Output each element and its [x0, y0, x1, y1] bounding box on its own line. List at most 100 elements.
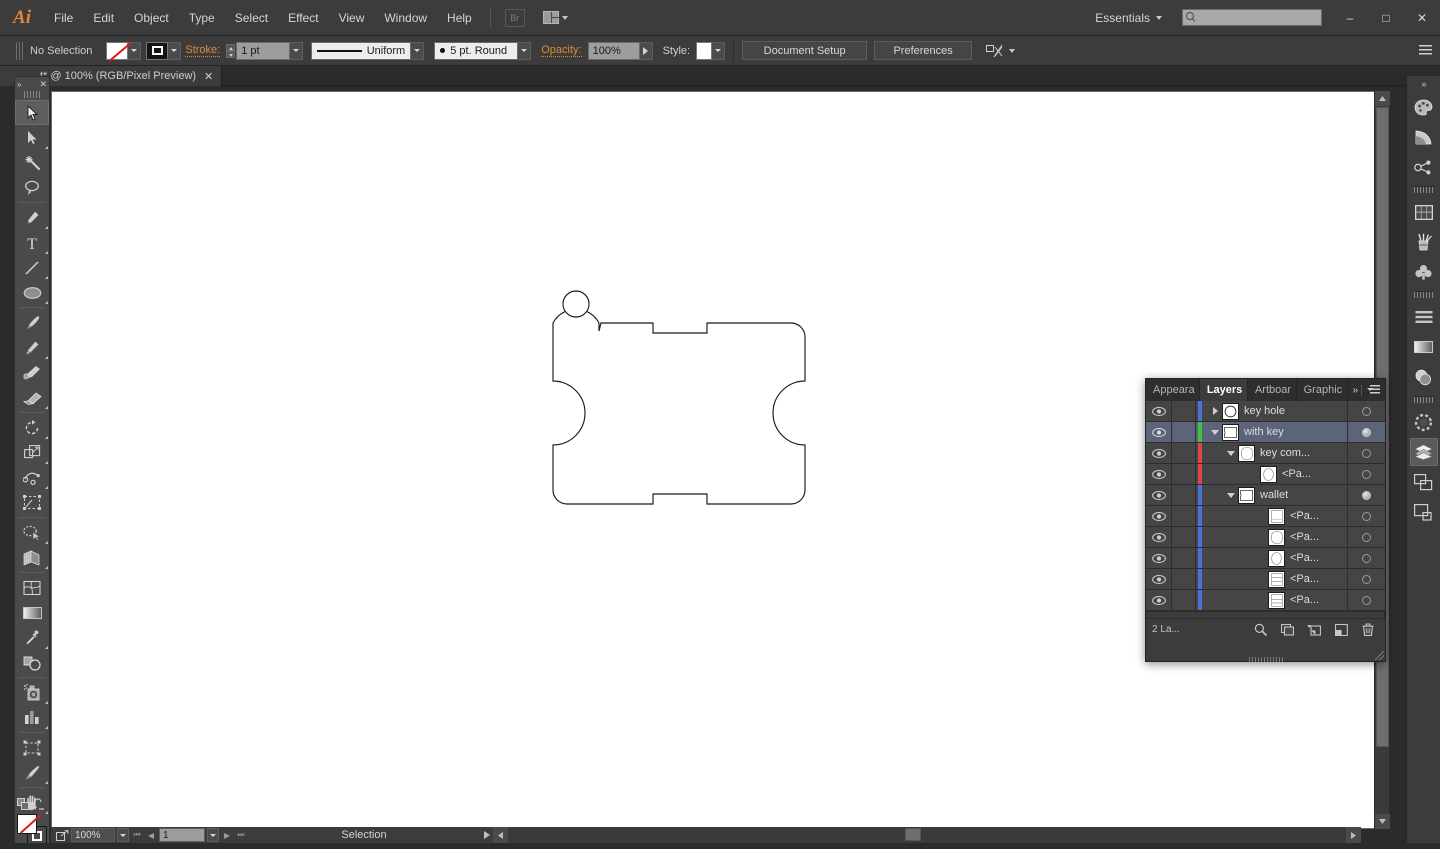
expand-dock-icon[interactable]: »: [1421, 76, 1426, 92]
layer-row-path-3[interactable]: <Pa...: [1146, 527, 1385, 548]
layer-target-indicator[interactable]: [1347, 422, 1385, 442]
layer-target-indicator[interactable]: [1347, 485, 1385, 505]
pencil-tool[interactable]: [15, 335, 49, 360]
ellipse-tool[interactable]: [15, 280, 49, 305]
menu-edit[interactable]: Edit: [83, 0, 124, 36]
brush-definition-dropdown-button[interactable]: [518, 41, 532, 60]
layer-row-key-com[interactable]: key com...: [1146, 443, 1385, 464]
scroll-left-button[interactable]: [493, 827, 508, 843]
stroke-profile-dropdown-button[interactable]: [411, 41, 425, 60]
brush-definition-picker[interactable]: 5 pt. Round: [434, 41, 519, 60]
transparency-panel-icon[interactable]: [1410, 363, 1438, 391]
gradient-tool[interactable]: [15, 600, 49, 625]
status-flyout-button[interactable]: [481, 828, 493, 842]
control-bar-grip[interactable]: [16, 41, 24, 60]
bridge-button[interactable]: Br: [504, 8, 525, 27]
swatches-panel-icon[interactable]: [1410, 198, 1438, 226]
panel-resize-grip[interactable]: [1375, 651, 1384, 660]
next-artboard-button[interactable]: ▶: [221, 828, 233, 842]
artboard-dropdown-button[interactable]: [207, 828, 219, 842]
layer-name[interactable]: <Pa...: [1282, 468, 1311, 480]
menu-view[interactable]: View: [329, 0, 375, 36]
layer-expander[interactable]: [1224, 492, 1238, 498]
gradient-panel-icon[interactable]: [1410, 333, 1438, 361]
visibility-toggle[interactable]: [1146, 569, 1172, 589]
opacity-flyout-button[interactable]: [639, 41, 653, 60]
lock-toggle[interactable]: [1172, 485, 1196, 505]
layer-name[interactable]: <Pa...: [1290, 573, 1319, 585]
close-panel-icon[interactable]: ✕: [39, 79, 47, 90]
column-graph-tool[interactable]: [15, 705, 49, 730]
lock-toggle[interactable]: [1172, 548, 1196, 568]
color-guide-panel-icon[interactable]: [1410, 123, 1438, 151]
artboard-number-input[interactable]: 1: [159, 828, 205, 842]
menu-type[interactable]: Type: [179, 0, 225, 36]
fill-swatch[interactable]: [106, 41, 129, 60]
visibility-toggle[interactable]: [1146, 422, 1172, 442]
layer-row-path-5[interactable]: <Pa...: [1146, 569, 1385, 590]
tools-panel-header[interactable]: » ✕: [15, 77, 49, 91]
lock-toggle[interactable]: [1172, 422, 1196, 442]
arrange-documents-button[interactable]: [542, 11, 568, 24]
expand-panel-icon[interactable]: »: [1353, 385, 1358, 396]
layer-name[interactable]: with key: [1244, 426, 1284, 438]
layer-row-path-1[interactable]: <Pa...: [1146, 464, 1385, 485]
scroll-down-button[interactable]: [1375, 814, 1390, 829]
layer-target-indicator[interactable]: [1347, 443, 1385, 463]
symbols-panel-icon[interactable]: [1410, 258, 1438, 286]
lock-toggle[interactable]: [1172, 401, 1196, 421]
layer-expander[interactable]: [1224, 450, 1238, 456]
lock-toggle[interactable]: [1172, 506, 1196, 526]
blend-tool[interactable]: [15, 650, 49, 675]
brushes-panel-icon[interactable]: [1410, 228, 1438, 256]
layer-target-indicator[interactable]: [1347, 527, 1385, 547]
magic-wand-tool[interactable]: [15, 150, 49, 175]
zoom-level-dropdown-button[interactable]: [117, 828, 129, 842]
create-new-layer-button[interactable]: [1334, 623, 1348, 637]
layer-target-indicator[interactable]: [1347, 548, 1385, 568]
visibility-toggle[interactable]: [1146, 443, 1172, 463]
visibility-toggle[interactable]: [1146, 401, 1172, 421]
visibility-toggle[interactable]: [1146, 548, 1172, 568]
color-themes-panel-icon[interactable]: [1410, 153, 1438, 181]
eraser-tool[interactable]: [15, 385, 49, 410]
stroke-weight-dropdown-button[interactable]: [290, 41, 304, 60]
shape-builder-tool[interactable]: [15, 520, 49, 545]
make-clipping-mask-button[interactable]: [1280, 623, 1294, 637]
transform-icon[interactable]: [986, 44, 1003, 58]
layers-list[interactable]: key hole with key key com... <Pa... wall…: [1146, 401, 1385, 618]
width-tool[interactable]: [15, 465, 49, 490]
canvas-horizontal-scrollbar[interactable]: [493, 827, 1361, 843]
visibility-toggle[interactable]: [1146, 527, 1172, 547]
scroll-right-button[interactable]: [1346, 827, 1361, 843]
perspective-grid-tool[interactable]: [15, 545, 49, 570]
layer-target-indicator[interactable]: [1347, 506, 1385, 526]
paintbrush-tool[interactable]: [15, 310, 49, 335]
layer-row-path-6[interactable]: <Pa...: [1146, 590, 1385, 611]
layers-panel[interactable]: Appeara Layers Artboar Graphic » | key h…: [1145, 378, 1386, 662]
layer-name[interactable]: wallet: [1260, 489, 1288, 501]
eyedropper-tool[interactable]: [15, 625, 49, 650]
layer-row-path-2[interactable]: <Pa...: [1146, 506, 1385, 527]
first-artboard-button[interactable]: ⏮: [131, 828, 143, 842]
export-icon[interactable]: [55, 829, 69, 841]
swap-fill-stroke-icon[interactable]: [33, 798, 47, 811]
layer-target-indicator[interactable]: [1347, 590, 1385, 610]
pen-tool[interactable]: [15, 205, 49, 230]
lock-toggle[interactable]: [1172, 590, 1196, 610]
rotate-tool[interactable]: [15, 415, 49, 440]
menu-select[interactable]: Select: [225, 0, 278, 36]
lock-toggle[interactable]: [1172, 464, 1196, 484]
scale-tool[interactable]: [15, 440, 49, 465]
layer-name[interactable]: key com...: [1260, 447, 1310, 459]
stroke-weight-label[interactable]: Stroke:: [185, 44, 221, 57]
fill-stroke-mini-icon[interactable]: [17, 798, 30, 811]
create-new-sublayer-button[interactable]: [1307, 623, 1321, 637]
graphic-style-swatch[interactable]: [696, 41, 713, 60]
layer-row-with-key[interactable]: with key: [1146, 422, 1385, 443]
align-panel-icon[interactable]: [1410, 303, 1438, 331]
links-panel-icon[interactable]: [1410, 498, 1438, 526]
close-button[interactable]: ✕: [1404, 5, 1440, 31]
tab-layers[interactable]: Layers: [1199, 379, 1248, 401]
menu-effect[interactable]: Effect: [278, 0, 328, 36]
